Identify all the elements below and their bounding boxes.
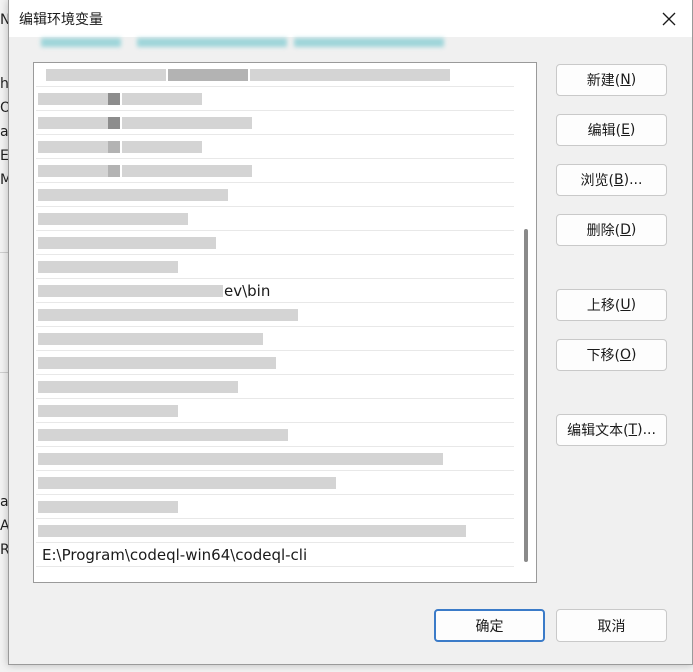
redacted-text [108, 93, 120, 105]
edit-button[interactable]: 编辑(E) [556, 114, 667, 146]
move-down-button-accel: O [619, 347, 632, 363]
redacted-text [38, 525, 466, 537]
list-item[interactable]: ev\bin [36, 279, 514, 303]
redacted-text [38, 261, 178, 273]
redacted-text [38, 429, 288, 441]
redacted-text [38, 405, 178, 417]
list-item[interactable] [36, 255, 514, 279]
ok-button-label: 确定 [475, 618, 504, 635]
path-list[interactable]: ev\bin E:\Program\codeql-win64\codeql-cl… [33, 62, 537, 583]
redacted-text [38, 309, 298, 321]
new-button-label: 新建( [586, 73, 621, 89]
cancel-button-label: 取消 [597, 618, 626, 635]
edit-button-label: 编辑( [587, 123, 622, 139]
close-icon [662, 12, 676, 25]
edit-button-accel: E [621, 122, 630, 138]
redacted-text [38, 477, 336, 489]
redacted-text [108, 141, 120, 153]
browse-button-label: 浏览( [580, 173, 615, 189]
list-item[interactable] [36, 207, 514, 231]
edit-text-button-suffix: )... [637, 422, 656, 438]
redacted-text [250, 69, 450, 81]
list-item[interactable] [36, 471, 514, 495]
list-item[interactable] [36, 351, 514, 375]
redacted-text [108, 165, 120, 177]
redacted-text [38, 501, 178, 513]
scrollbar-thumb[interactable] [524, 229, 528, 562]
redacted-text [38, 237, 216, 249]
browse-button[interactable]: 浏览(B)... [556, 164, 667, 196]
list-item[interactable] [36, 495, 514, 519]
move-up-button-suffix: ) [630, 297, 637, 313]
list-item[interactable] [36, 423, 514, 447]
redacted-text [168, 69, 248, 81]
redacted-text [46, 69, 166, 81]
list-item[interactable] [36, 183, 514, 207]
ok-button[interactable]: 确定 [434, 609, 545, 642]
edit-environment-variable-dialog: 编辑环境变量 ev\bin E:\Program\codeql-win64\co… [8, 0, 693, 665]
redacted-text [122, 93, 202, 105]
move-down-button[interactable]: 下移(O) [556, 339, 667, 371]
redacted-text [108, 117, 120, 129]
redaction-smear [294, 38, 444, 47]
cancel-button[interactable]: 取消 [556, 609, 667, 642]
redacted-text [122, 141, 202, 153]
redacted-text [38, 453, 443, 465]
redaction-smear [137, 38, 287, 47]
redacted-text [38, 381, 238, 393]
edit-text-button-accel: T [628, 422, 638, 438]
redacted-text [38, 333, 263, 345]
edit-text-button-label: 编辑文本( [567, 423, 629, 439]
edit-button-suffix: ) [629, 122, 636, 138]
edit-text-button[interactable]: 编辑文本(T)... [556, 414, 667, 446]
redacted-text [38, 213, 188, 225]
new-button-accel: N [620, 72, 631, 88]
list-item[interactable]: E:\Program\codeql-win64\codeql-cli [36, 543, 514, 567]
list-item[interactable] [36, 327, 514, 351]
move-down-button-label: 下移( [586, 348, 620, 364]
list-item[interactable] [36, 375, 514, 399]
list-item[interactable] [36, 303, 514, 327]
list-item[interactable] [36, 135, 514, 159]
dialog-title: 编辑环境变量 [19, 12, 103, 28]
redacted-text [38, 117, 108, 129]
vertical-scrollbar[interactable] [520, 65, 532, 580]
redacted-text [38, 93, 108, 105]
list-item[interactable] [36, 231, 514, 255]
path-text: E:\Program\codeql-win64\codeql-cli [42, 546, 308, 564]
redacted-text [38, 357, 276, 369]
redaction-smear [41, 38, 121, 47]
delete-button-suffix: ) [630, 222, 637, 238]
move-up-button-label: 上移( [586, 298, 621, 314]
list-item[interactable] [36, 159, 514, 183]
list-item[interactable] [36, 447, 514, 471]
redacted-text [38, 165, 108, 177]
move-up-button[interactable]: 上移(U) [556, 289, 667, 321]
delete-button-accel: D [620, 222, 631, 238]
title-bar: 编辑环境变量 [9, 0, 692, 47]
redacted-text [122, 117, 252, 129]
redacted-text [38, 141, 108, 153]
new-button[interactable]: 新建(N) [556, 64, 667, 96]
delete-button-label: 删除( [586, 223, 621, 239]
list-item[interactable] [36, 111, 514, 135]
path-text: ev\bin [224, 282, 271, 300]
list-item[interactable] [36, 87, 514, 111]
list-item[interactable] [36, 399, 514, 423]
delete-button[interactable]: 删除(D) [556, 214, 667, 246]
new-button-suffix: ) [630, 72, 637, 88]
list-item[interactable] [36, 63, 514, 87]
redacted-text [122, 165, 252, 177]
browse-button-accel: B [614, 172, 624, 188]
move-down-button-suffix: ) [631, 347, 637, 363]
close-button[interactable] [646, 0, 692, 37]
list-item[interactable] [36, 519, 514, 543]
redacted-text [38, 189, 228, 201]
move-up-button-accel: U [620, 297, 631, 313]
browse-button-suffix: )... [623, 172, 643, 188]
redacted-text [38, 285, 223, 297]
